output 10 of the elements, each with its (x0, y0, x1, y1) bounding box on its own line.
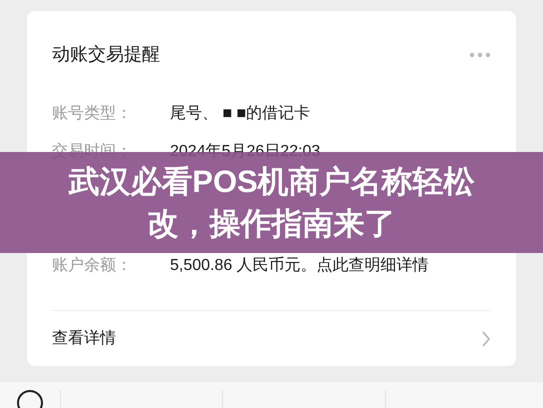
field-value: 5,500.86 人民币元。点此查明细详情 (170, 256, 429, 276)
field-value: 2024年5月26日22:03 (170, 142, 320, 162)
field-value: 尾号、 ■ ■的借记卡 (170, 104, 310, 124)
chevron-right-icon (481, 330, 491, 346)
field-label: 交易时间： (52, 142, 133, 162)
field-label: 账户余额： (52, 256, 133, 276)
card-title: 动账交易提醒 (52, 43, 160, 66)
banner-title: 武汉必看POS机商户名称轻松改，操作指南来了 (67, 162, 476, 242)
field-label: 账号类型： (52, 104, 133, 124)
details-link[interactable]: 查看详情 (52, 326, 116, 350)
